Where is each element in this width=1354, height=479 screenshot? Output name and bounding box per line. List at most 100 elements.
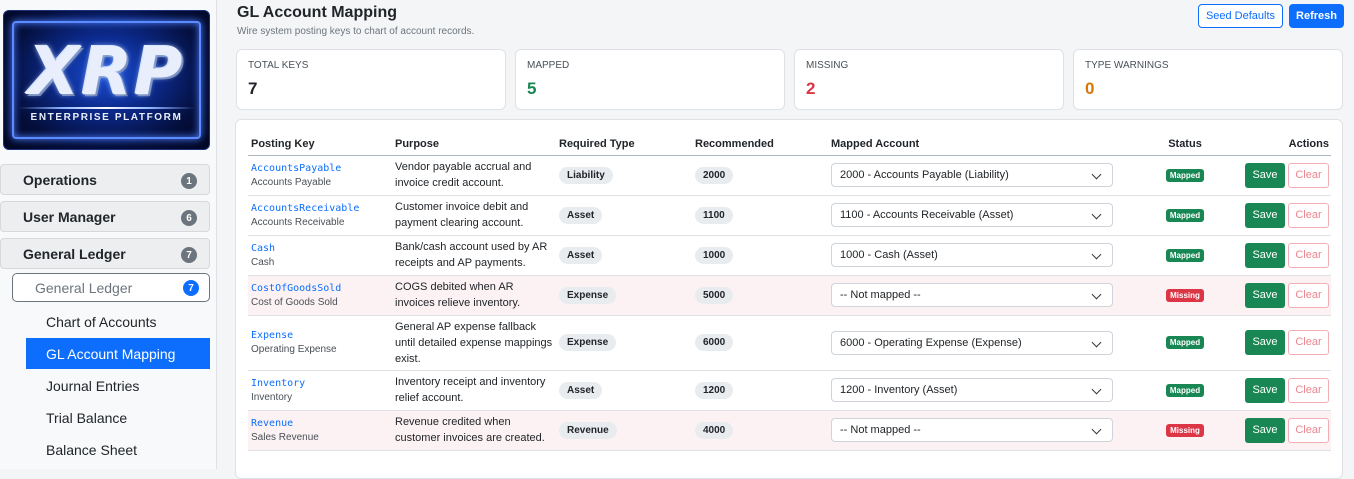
chevron-down-icon (1091, 424, 1102, 435)
stat-label: MAPPED (527, 60, 570, 71)
column-header: Purpose (392, 133, 556, 156)
purpose-text: General AP expense fallback until detail… (395, 320, 553, 365)
table-row: Inventory Inventory Inventory receipt and… (248, 370, 1331, 411)
required-type-pill: Liability (559, 166, 613, 184)
posting-key-code: CostOfGoodsSold (251, 282, 342, 294)
table-row: Expense Operating Expense General AP expe… (248, 315, 1331, 371)
mapped-account-value: 6000 - Operating Expense (Expense) (840, 336, 1022, 349)
mapped-account-select[interactable]: 2000 - Accounts Payable (Liability) (831, 163, 1113, 187)
nav-count-badge: 1 (181, 173, 197, 189)
status-badge: Mapped (1165, 248, 1205, 262)
status-badge: Missing (1166, 423, 1204, 437)
nav-group-general-ledger[interactable]: General Ledger 7 (0, 238, 210, 269)
required-type-pill: Expense (559, 334, 617, 351)
nav-group-user-manager[interactable]: User Manager 6 (0, 201, 210, 232)
mapped-account-value: 1000 - Cash (Asset) (840, 249, 938, 261)
stat-value: 7 (248, 79, 258, 98)
required-type-pill: Asset (559, 206, 603, 224)
save-button[interactable]: Save (1245, 417, 1285, 443)
recommended-pill: 5000 (695, 286, 734, 304)
recommended-pill: 1000 (695, 246, 734, 264)
save-button[interactable]: Save (1245, 377, 1285, 403)
mapped-account-value: -- Not mapped -- (840, 424, 921, 436)
mapped-account-select[interactable]: 1000 - Cash (Asset) (831, 243, 1113, 267)
mapped-account-select[interactable]: 6000 - Operating Expense (Expense) (831, 330, 1113, 355)
sidebar: XRP ENTERPRISE PLATFORM Operations 1 Use… (0, 0, 217, 469)
sidebar-item-chart-of-accounts[interactable]: Chart of Accounts (26, 306, 210, 337)
save-button[interactable]: Save (1245, 330, 1285, 355)
table-row: AccountsReceivable Accounts Receivable Cu… (248, 195, 1331, 236)
posting-key-code: AccountsPayable (251, 162, 342, 174)
posting-key-name: Cost of Goods Sold (251, 296, 338, 308)
clear-button[interactable]: Clear (1288, 282, 1329, 308)
posting-key-code: AccountsReceivable (251, 202, 360, 214)
nav-subgroup-general-ledger[interactable]: General Ledger 7 (12, 273, 210, 302)
column-header: Status (1141, 133, 1226, 156)
nav-group-label: General Ledger (23, 245, 126, 262)
stat-label: TYPE WARNINGS (1085, 60, 1169, 71)
nav-group-label: Operations (23, 171, 97, 188)
clear-button[interactable]: Clear (1288, 417, 1329, 443)
save-button[interactable]: Save (1245, 162, 1285, 188)
stat-value: 2 (806, 79, 816, 98)
page-subtitle: Wire system posting keys to chart of acc… (237, 26, 475, 37)
sidebar-item-balance-sheet[interactable]: Balance Sheet (26, 434, 210, 465)
mapped-account-value: -- Not mapped -- (840, 289, 921, 301)
chevron-down-icon (1091, 384, 1102, 395)
save-button[interactable]: Save (1245, 242, 1285, 268)
mapped-account-select[interactable]: -- Not mapped -- (831, 418, 1113, 442)
clear-button[interactable]: Clear (1288, 377, 1329, 403)
mapped-account-value: 2000 - Accounts Payable (Liability) (840, 169, 1009, 181)
seed-defaults-button[interactable]: Seed Defaults (1198, 4, 1283, 28)
table-row: Cash Cash Bank/cash account used by AR re… (248, 235, 1331, 276)
chevron-down-icon (1091, 289, 1102, 300)
purpose-text: Bank/cash account used by AR receipts an… (395, 241, 548, 269)
stat-value: 5 (527, 79, 537, 98)
mapped-account-value: 1100 - Accounts Receivable (Asset) (840, 209, 1014, 221)
status-badge: Mapped (1165, 336, 1205, 349)
sidebar-item-trial-balance[interactable]: Trial Balance (26, 402, 210, 433)
column-header: Actions (1226, 133, 1331, 156)
stat-card-type-warnings: TYPE WARNINGS 0 (1073, 49, 1343, 110)
chevron-down-icon (1091, 337, 1102, 347)
clear-button[interactable]: Clear (1288, 330, 1329, 355)
clear-button[interactable]: Clear (1288, 202, 1329, 228)
clear-button[interactable]: Clear (1288, 242, 1329, 268)
table-row: Revenue Sales Revenue Revenue credited wh… (248, 410, 1331, 451)
posting-key-code: Cash (251, 242, 276, 254)
stat-card-mapped: MAPPED 5 (515, 49, 785, 110)
status-badge: Mapped (1165, 208, 1205, 222)
save-button[interactable]: Save (1245, 202, 1285, 228)
purpose-text: Inventory receipt and inventory relief a… (395, 376, 546, 404)
save-button[interactable]: Save (1245, 282, 1285, 308)
nav-count-badge: 7 (183, 280, 199, 296)
mapped-account-select[interactable]: 1100 - Accounts Receivable (Asset) (831, 203, 1113, 227)
clear-button[interactable]: Clear (1288, 162, 1329, 188)
purpose-text: Vendor payable accrual and invoice credi… (395, 161, 532, 189)
mapping-table: Posting Key Purpose Required Type Recomm… (248, 133, 1331, 451)
recommended-pill: 1100 (695, 206, 733, 224)
posting-key-code: Revenue (251, 417, 294, 429)
stat-value: 0 (1085, 79, 1095, 98)
mapped-account-value: 1200 - Inventory (Asset) (840, 384, 958, 396)
posting-key-name: Operating Expense (251, 344, 337, 355)
stat-card-missing: MISSING 2 (794, 49, 1064, 110)
stat-label: TOTAL KEYS (248, 60, 309, 71)
chevron-down-icon (1091, 249, 1102, 260)
posting-key-code: Expense (251, 330, 294, 341)
sidebar-item-journal-entries[interactable]: Journal Entries (26, 370, 210, 401)
stat-card-total-keys: TOTAL KEYS 7 (236, 49, 506, 110)
refresh-button[interactable]: Refresh (1289, 4, 1344, 28)
mapped-account-select[interactable]: -- Not mapped -- (831, 283, 1113, 307)
posting-key-name: Accounts Receivable (251, 216, 345, 228)
nav-group-operations[interactable]: Operations 1 (0, 164, 210, 195)
table-header-row: Posting Key Purpose Required Type Recomm… (248, 133, 1331, 156)
status-badge: Mapped (1165, 383, 1205, 397)
purpose-text: COGS debited when AR invoices relieve in… (395, 281, 521, 309)
sidebar-item-gl-account-mapping[interactable]: GL Account Mapping (26, 338, 210, 369)
logo-divider (18, 107, 195, 109)
chevron-down-icon (1091, 169, 1102, 180)
required-type-pill: Asset (559, 381, 603, 399)
column-header: Posting Key (248, 133, 392, 156)
mapped-account-select[interactable]: 1200 - Inventory (Asset) (831, 378, 1113, 402)
